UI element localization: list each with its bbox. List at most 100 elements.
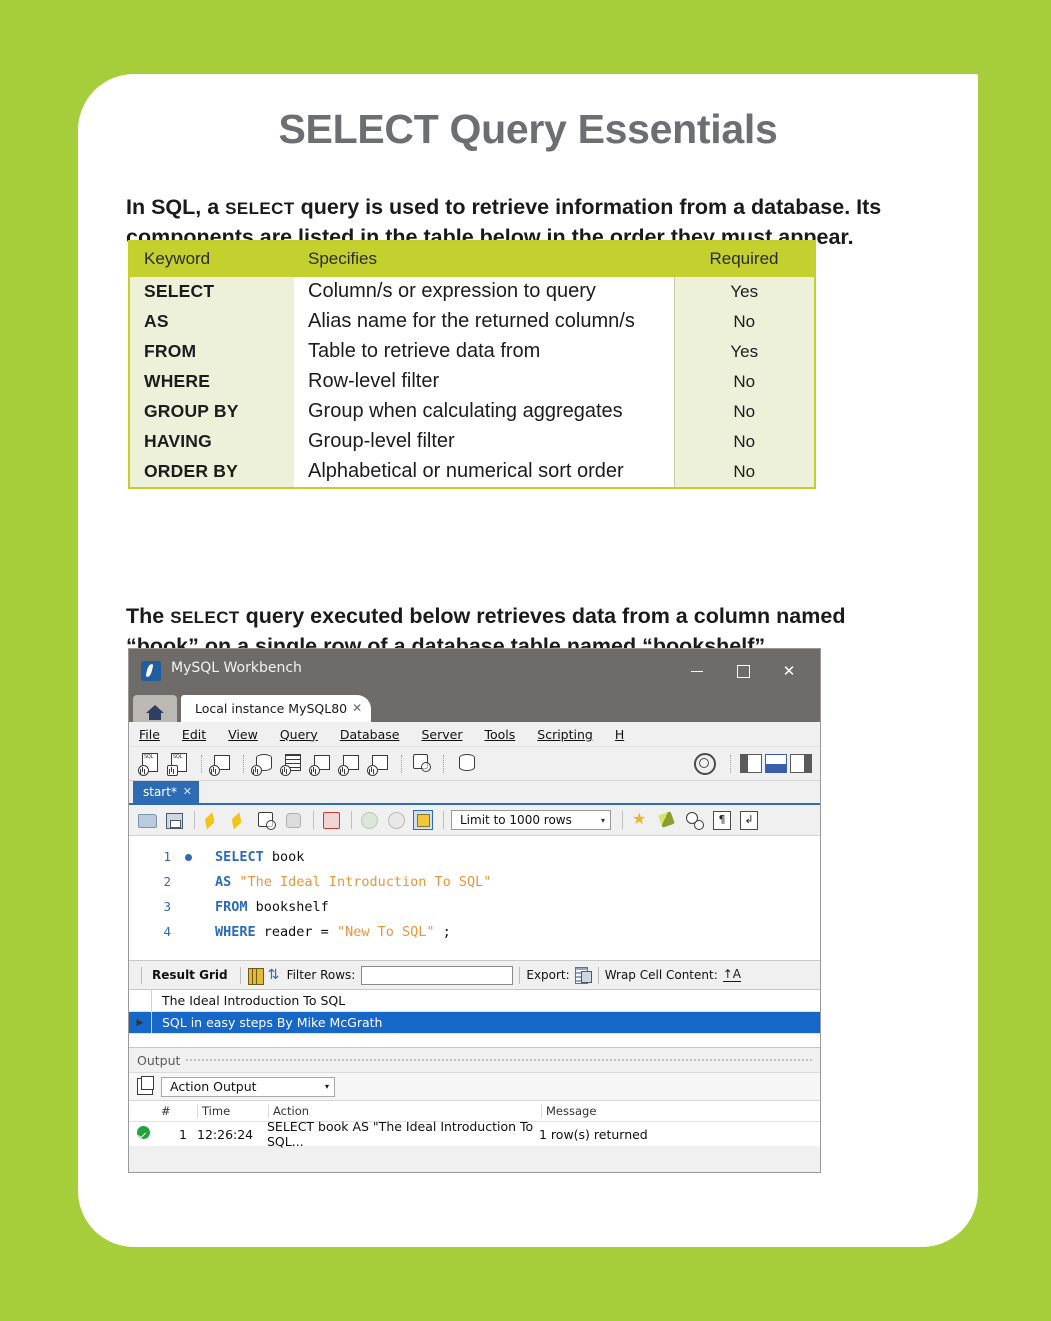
open-sql-file-icon[interactable] <box>166 752 191 776</box>
wrap-cell-content-icon[interactable]: ↑A <box>722 968 742 982</box>
code-text: FROM bookshelf <box>215 898 329 915</box>
menu-item-file[interactable]: File <box>139 727 160 742</box>
explain-query-icon[interactable] <box>254 809 278 831</box>
output-cell-number: 1 <box>179 1126 187 1142</box>
toolbar-separator <box>141 966 142 984</box>
execute-statement-icon[interactable] <box>200 809 224 831</box>
admin-target-icon[interactable] <box>694 752 716 775</box>
row-gutter <box>129 990 152 1011</box>
col-header-time: Time <box>202 1104 231 1118</box>
open-script-icon[interactable] <box>135 809 159 831</box>
row-marker-icon: ▶ <box>129 1012 152 1033</box>
cell-keyword: WHERE <box>130 367 294 397</box>
output-cell-message: 1 row(s) returned <box>539 1126 648 1142</box>
cell-keyword: HAVING <box>130 427 294 457</box>
menu-item-view[interactable]: View <box>228 727 258 742</box>
toggle-stop-on-error-icon[interactable] <box>319 809 343 831</box>
cell-specifies: Row-level filter <box>294 367 674 397</box>
refresh-icon[interactable]: ⇅ <box>267 968 283 983</box>
reconnect-server-icon[interactable] <box>450 752 475 776</box>
output-type-dropdown[interactable]: Action Output ▾ <box>161 1076 335 1097</box>
line-number: 4 <box>163 924 171 939</box>
new-schema-icon[interactable] <box>250 752 275 776</box>
tab-start[interactable]: start* ✕ <box>133 781 199 803</box>
toolbar-separator <box>730 754 731 773</box>
filter-rows-input[interactable] <box>361 965 514 985</box>
beautify-query-icon[interactable] <box>655 809 679 831</box>
result-cell-book[interactable]: SQL in easy steps By Mike McGrath <box>152 1015 382 1030</box>
save-script-icon[interactable] <box>162 809 186 831</box>
toggle-output-panel-icon[interactable] <box>765 754 787 773</box>
toggle-invisible-chars-icon[interactable]: ¶ <box>709 809 733 831</box>
cell-specifies: Alias name for the returned column/s <box>294 307 674 337</box>
copy-output-icon[interactable] <box>137 1076 154 1095</box>
result-grid-toolbar: Result Grid ⇅ Filter Rows: Export: Wrap … <box>129 960 820 989</box>
new-procedure-icon[interactable] <box>337 752 362 776</box>
exec-text-pre: The <box>126 603 171 628</box>
menu-item-query[interactable]: Query <box>280 727 318 742</box>
toggle-secondary-sidebar-icon[interactable] <box>790 754 812 773</box>
page-title: SELECT Query Essentials <box>278 106 778 152</box>
table-row: FROM Table to retrieve data from Yes <box>130 337 814 367</box>
rollback-icon[interactable] <box>384 809 408 831</box>
toolbar-separator <box>519 966 521 984</box>
cell-keyword: AS <box>130 307 294 337</box>
find-icon[interactable] <box>682 809 706 831</box>
close-button[interactable]: ✕ <box>766 649 812 694</box>
cell-specifies: Alphabetical or numerical sort order <box>294 457 674 487</box>
menu-item-help[interactable]: H <box>615 727 624 742</box>
window-titlebar: MySQL Workbench ✕ <box>129 649 820 694</box>
cell-keyword: SELECT <box>130 277 294 307</box>
save-snippet-icon[interactable]: ★ <box>628 809 652 831</box>
breakpoint-marker[interactable] <box>177 849 199 865</box>
code-line: 2 AS "The Ideal Introduction To SQL" <box>129 869 820 894</box>
action-output-row[interactable]: 1 12:26:24 SELECT book AS "The Ideal Int… <box>129 1119 820 1149</box>
new-view-icon[interactable] <box>308 752 333 776</box>
menu-item-tools[interactable]: Tools <box>484 727 515 742</box>
cell-required: Yes <box>673 337 814 367</box>
toggle-word-wrap-icon[interactable]: ↲ <box>736 809 760 831</box>
new-function-icon[interactable] <box>366 752 391 776</box>
code-line: 1 SELECT book <box>129 844 820 869</box>
chevron-down-icon: ▾ <box>600 815 605 825</box>
toolbar-right-group <box>694 747 812 780</box>
commit-icon[interactable] <box>357 809 381 831</box>
menu-item-scripting[interactable]: Scripting <box>537 727 593 742</box>
new-sql-file-icon[interactable] <box>137 752 162 776</box>
toggle-sidebar-icon[interactable] <box>740 754 762 773</box>
window-controls: ✕ <box>674 649 812 694</box>
toolbar-separator <box>622 811 623 829</box>
code-text: WHERE reader = "New To SQL" ; <box>215 923 451 940</box>
menu-item-database[interactable]: Database <box>340 727 400 742</box>
new-table-icon[interactable] <box>279 752 304 776</box>
row-limit-dropdown[interactable]: Limit to 1000 rows ▾ <box>451 810 611 830</box>
connection-info-icon[interactable] <box>208 752 233 776</box>
toolbar-separator <box>597 966 599 984</box>
code-text: SELECT book <box>215 848 305 865</box>
menu-item-server[interactable]: Server <box>421 727 462 742</box>
instance-tab[interactable]: Local instance MySQL80 ✕ <box>181 695 372 722</box>
main-toolbar <box>129 747 820 781</box>
menu-item-edit[interactable]: Edit <box>182 727 206 742</box>
instance-tab-close-icon[interactable]: ✕ <box>352 701 362 715</box>
result-column-header[interactable]: The Ideal Introduction To SQL <box>152 993 345 1008</box>
table-row: WHERE Row-level filter No <box>130 367 814 397</box>
execute-current-statement-icon[interactable] <box>227 809 251 831</box>
toggle-autocommit-icon[interactable] <box>411 809 435 831</box>
sql-code-editor[interactable]: 1 SELECT book 2 AS "The Ideal Introducti… <box>129 836 820 960</box>
search-table-data-icon[interactable] <box>408 752 433 776</box>
editor-tab-close-icon[interactable]: ✕ <box>183 785 192 798</box>
filter-rows-label: Filter Rows: <box>286 968 356 982</box>
maximize-button[interactable] <box>720 649 766 694</box>
result-grid-empty-space <box>129 1034 820 1048</box>
stop-script-icon[interactable] <box>281 809 305 831</box>
result-grid-row[interactable]: ▶ SQL in easy steps By Mike McGrath <box>129 1012 820 1034</box>
grid-view-icon[interactable] <box>247 967 264 985</box>
export-icon[interactable] <box>574 967 592 984</box>
minimize-button[interactable] <box>674 649 720 694</box>
line-number: 1 <box>163 849 171 864</box>
output-cell-time: 12:26:24 <box>197 1126 254 1142</box>
home-button[interactable] <box>133 695 177 722</box>
table-row: HAVING Group-level filter No <box>130 427 814 457</box>
cell-required: No <box>673 457 814 487</box>
